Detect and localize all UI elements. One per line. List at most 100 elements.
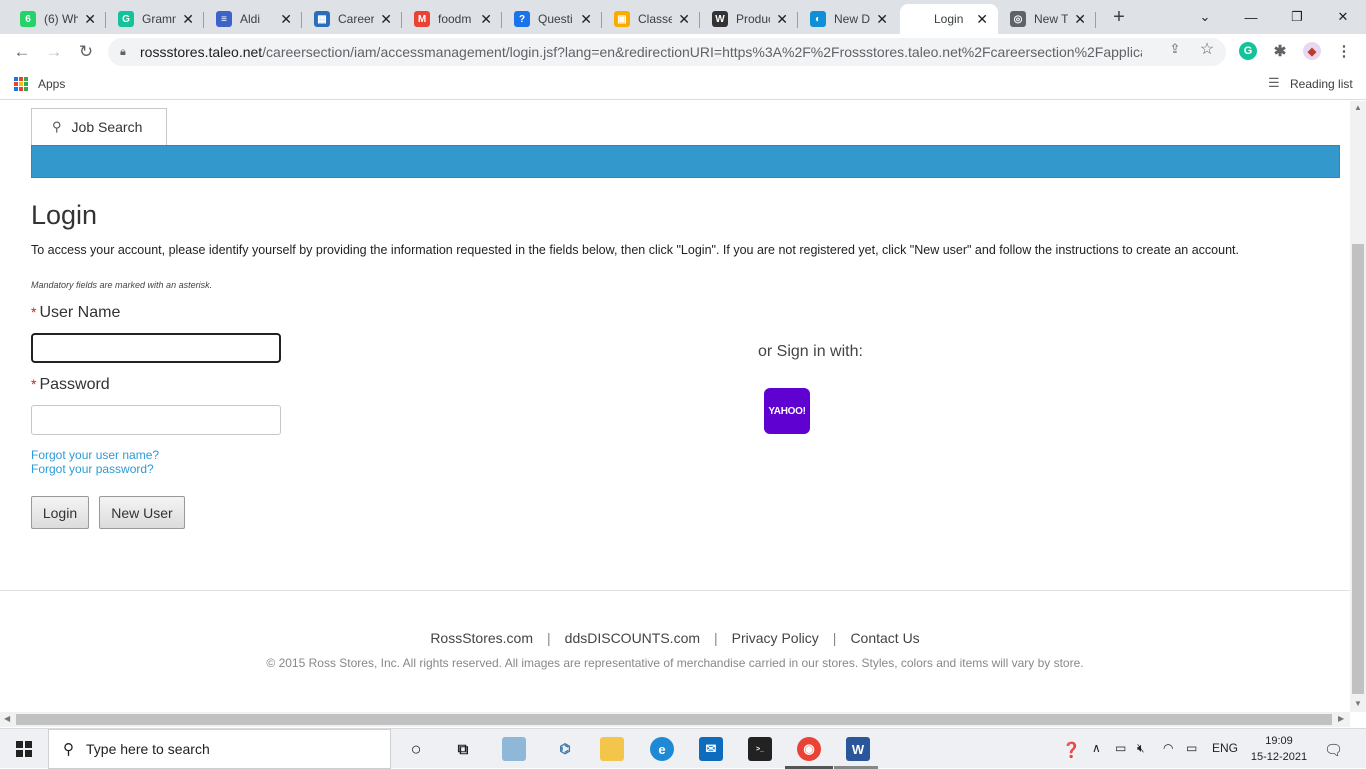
forward-button[interactable]: → bbox=[42, 40, 66, 64]
reading-list-button[interactable]: Reading list bbox=[1290, 77, 1353, 91]
windows-start-icon[interactable] bbox=[16, 741, 32, 757]
tab-aldi[interactable]: ≡ Aldi ✕ bbox=[206, 4, 302, 34]
horizontal-scrollbar[interactable]: ◀ ▶ bbox=[0, 712, 1350, 727]
tab-search-chevron-icon[interactable]: ⌄ bbox=[1182, 0, 1228, 34]
file-explorer-icon[interactable] bbox=[600, 737, 624, 761]
tab-classe[interactable]: ▣ Classe ✕ bbox=[604, 4, 700, 34]
language-indicator[interactable]: ENG bbox=[1212, 741, 1238, 755]
tab-title: New T bbox=[1034, 12, 1069, 26]
show-hidden-icons-icon[interactable]: ∧ bbox=[1092, 741, 1101, 755]
tab-login[interactable]: Login ✕ bbox=[900, 4, 998, 34]
profile-avatar[interactable]: ◆ bbox=[1303, 42, 1321, 60]
windows-taskbar: ⚲ Type here to search ○ ⧉ ⌬ e ✉ >_ ◉ W ❓… bbox=[0, 728, 1366, 769]
password-input[interactable] bbox=[31, 405, 281, 435]
close-tab-icon[interactable]: ✕ bbox=[678, 11, 690, 28]
grammarly-extension-icon[interactable]: G bbox=[1239, 42, 1257, 60]
cortana-icon[interactable]: ○ bbox=[404, 737, 428, 761]
apps-bookmark[interactable]: Apps bbox=[38, 77, 65, 91]
bookmark-star-icon[interactable]: ☆ bbox=[1198, 40, 1216, 58]
footer-link-contact-us[interactable]: Contact Us bbox=[850, 630, 919, 646]
yahoo-signin-button[interactable]: YAHOO! bbox=[764, 388, 810, 434]
tab-new-t[interactable]: ◎ New T ✕ bbox=[1000, 4, 1096, 34]
close-tab-icon[interactable]: ✕ bbox=[84, 11, 96, 28]
page-title: Login bbox=[31, 200, 98, 230]
forgot-password-link[interactable]: Forgot your password? bbox=[31, 462, 154, 476]
chrome-icon: ◎ bbox=[1010, 11, 1026, 27]
tab-gramm[interactable]: G Gramm ✕ bbox=[108, 4, 204, 34]
notepad-app-icon[interactable] bbox=[502, 737, 526, 761]
word-app-icon[interactable]: W bbox=[846, 737, 870, 761]
tab-produc[interactable]: W Produc ✕ bbox=[702, 4, 798, 34]
careers-icon: ▦ bbox=[314, 11, 330, 27]
tab-questi[interactable]: ? Questi ✕ bbox=[504, 4, 602, 34]
browser-menu-icon[interactable]: ⋮ bbox=[1335, 42, 1353, 60]
bookmarks-bar: Apps ☰ Reading list bbox=[0, 70, 1366, 100]
close-tab-icon[interactable]: ✕ bbox=[380, 11, 392, 28]
mail-app-icon[interactable]: ✉ bbox=[699, 737, 723, 761]
username-label: * User Name bbox=[31, 304, 121, 321]
scroll-left-arrow-icon[interactable]: ◀ bbox=[4, 714, 10, 723]
footer-link-rossstores[interactable]: RossStores.com bbox=[430, 630, 533, 646]
notifications-icon[interactable]: 🗨︎ bbox=[1324, 741, 1343, 759]
close-tab-icon[interactable]: ✕ bbox=[976, 11, 988, 28]
apps-grid-icon[interactable] bbox=[14, 77, 28, 91]
meet-now-icon[interactable]: ▭ bbox=[1115, 741, 1126, 755]
close-tab-icon[interactable]: ✕ bbox=[776, 11, 788, 28]
username-input[interactable] bbox=[31, 333, 281, 363]
close-tab-icon[interactable]: ✕ bbox=[1074, 11, 1086, 28]
terminal-app-icon[interactable]: >_ bbox=[748, 737, 772, 761]
close-tab-icon[interactable]: ✕ bbox=[876, 11, 888, 28]
vertical-scroll-thumb[interactable] bbox=[1352, 244, 1364, 694]
tab-title: New D bbox=[834, 12, 871, 26]
quora-icon: ? bbox=[514, 11, 530, 27]
volume-muted-icon[interactable]: 🔇︎ bbox=[1137, 741, 1145, 756]
required-asterisk: * bbox=[31, 304, 37, 320]
chrome-taskbar-icon[interactable]: ◉ bbox=[797, 737, 821, 761]
reload-button[interactable]: ↻ bbox=[74, 40, 98, 64]
page-content: ⚲ Job Search Login To access your accoun… bbox=[0, 101, 1350, 712]
edge-browser-icon[interactable]: e bbox=[650, 737, 674, 761]
new-user-button[interactable]: New User bbox=[99, 496, 185, 529]
reading-list-icon[interactable]: ☰ bbox=[1268, 75, 1280, 91]
tab-title: Classe bbox=[638, 12, 673, 26]
close-window-button[interactable]: ✕ bbox=[1320, 0, 1366, 34]
battery-icon[interactable]: ▭ bbox=[1186, 741, 1197, 755]
login-button[interactable]: Login bbox=[31, 496, 89, 529]
job-search-tab[interactable]: ⚲ Job Search bbox=[31, 108, 167, 145]
task-view-icon[interactable]: ⧉ bbox=[451, 737, 475, 761]
extensions-puzzle-icon[interactable]: ✱ bbox=[1271, 42, 1289, 60]
share-icon[interactable]: ⇪ bbox=[1166, 40, 1184, 58]
close-tab-icon[interactable]: ✕ bbox=[182, 11, 194, 28]
close-tab-icon[interactable]: ✕ bbox=[580, 11, 592, 28]
footer-link-ddsdiscounts[interactable]: ddsDISCOUNTS.com bbox=[565, 630, 700, 646]
help-icon[interactable]: ❓ bbox=[1062, 741, 1081, 759]
forgot-username-link[interactable]: Forgot your user name? bbox=[31, 448, 159, 462]
tab-title: Login bbox=[934, 12, 964, 26]
scroll-right-arrow-icon[interactable]: ▶ bbox=[1338, 714, 1344, 723]
scroll-up-arrow-icon[interactable]: ▲ bbox=[1354, 103, 1362, 112]
back-button[interactable]: ← bbox=[10, 40, 34, 64]
close-tab-icon[interactable]: ✕ bbox=[280, 11, 292, 28]
address-bar[interactable]: 🔒︎ rossstores.taleo.net/careersection/ia… bbox=[108, 38, 1226, 66]
edge-icon: ◐ bbox=[810, 11, 826, 27]
clock-date: 15-12-2021 bbox=[1250, 751, 1308, 763]
tab-foodm[interactable]: Mfoodm ✕ bbox=[404, 4, 502, 34]
taskbar-search-box[interactable]: ⚲ Type here to search bbox=[48, 729, 391, 769]
scroll-down-arrow-icon[interactable]: ▼ bbox=[1354, 699, 1362, 708]
restore-button[interactable]: ❐ bbox=[1274, 0, 1320, 34]
required-asterisk: * bbox=[31, 376, 37, 392]
tab-new-d[interactable]: ◐ New D ✕ bbox=[800, 4, 898, 34]
python-app-icon[interactable]: ⌬ bbox=[553, 737, 577, 761]
vertical-scrollbar[interactable]: ▲ ▼ bbox=[1350, 101, 1366, 712]
search-icon: ⚲ bbox=[52, 119, 62, 134]
wifi-icon[interactable]: ◠ bbox=[1163, 741, 1173, 755]
minimize-button[interactable]: — bbox=[1228, 0, 1274, 34]
taskbar-clock[interactable]: 19:09 15-12-2021 bbox=[1244, 733, 1314, 765]
tab--6-wh[interactable]: 6 (6) Wh ✕ bbox=[10, 4, 106, 34]
new-tab-button[interactable]: + bbox=[1108, 6, 1130, 28]
horizontal-scroll-thumb[interactable] bbox=[16, 714, 1332, 725]
tab-career[interactable]: ▦ Career ✕ bbox=[304, 4, 402, 34]
mandatory-note: Mandatory fields are marked with an aste… bbox=[31, 280, 213, 290]
footer-link-privacy-policy[interactable]: Privacy Policy bbox=[732, 630, 819, 646]
close-tab-icon[interactable]: ✕ bbox=[480, 11, 492, 28]
